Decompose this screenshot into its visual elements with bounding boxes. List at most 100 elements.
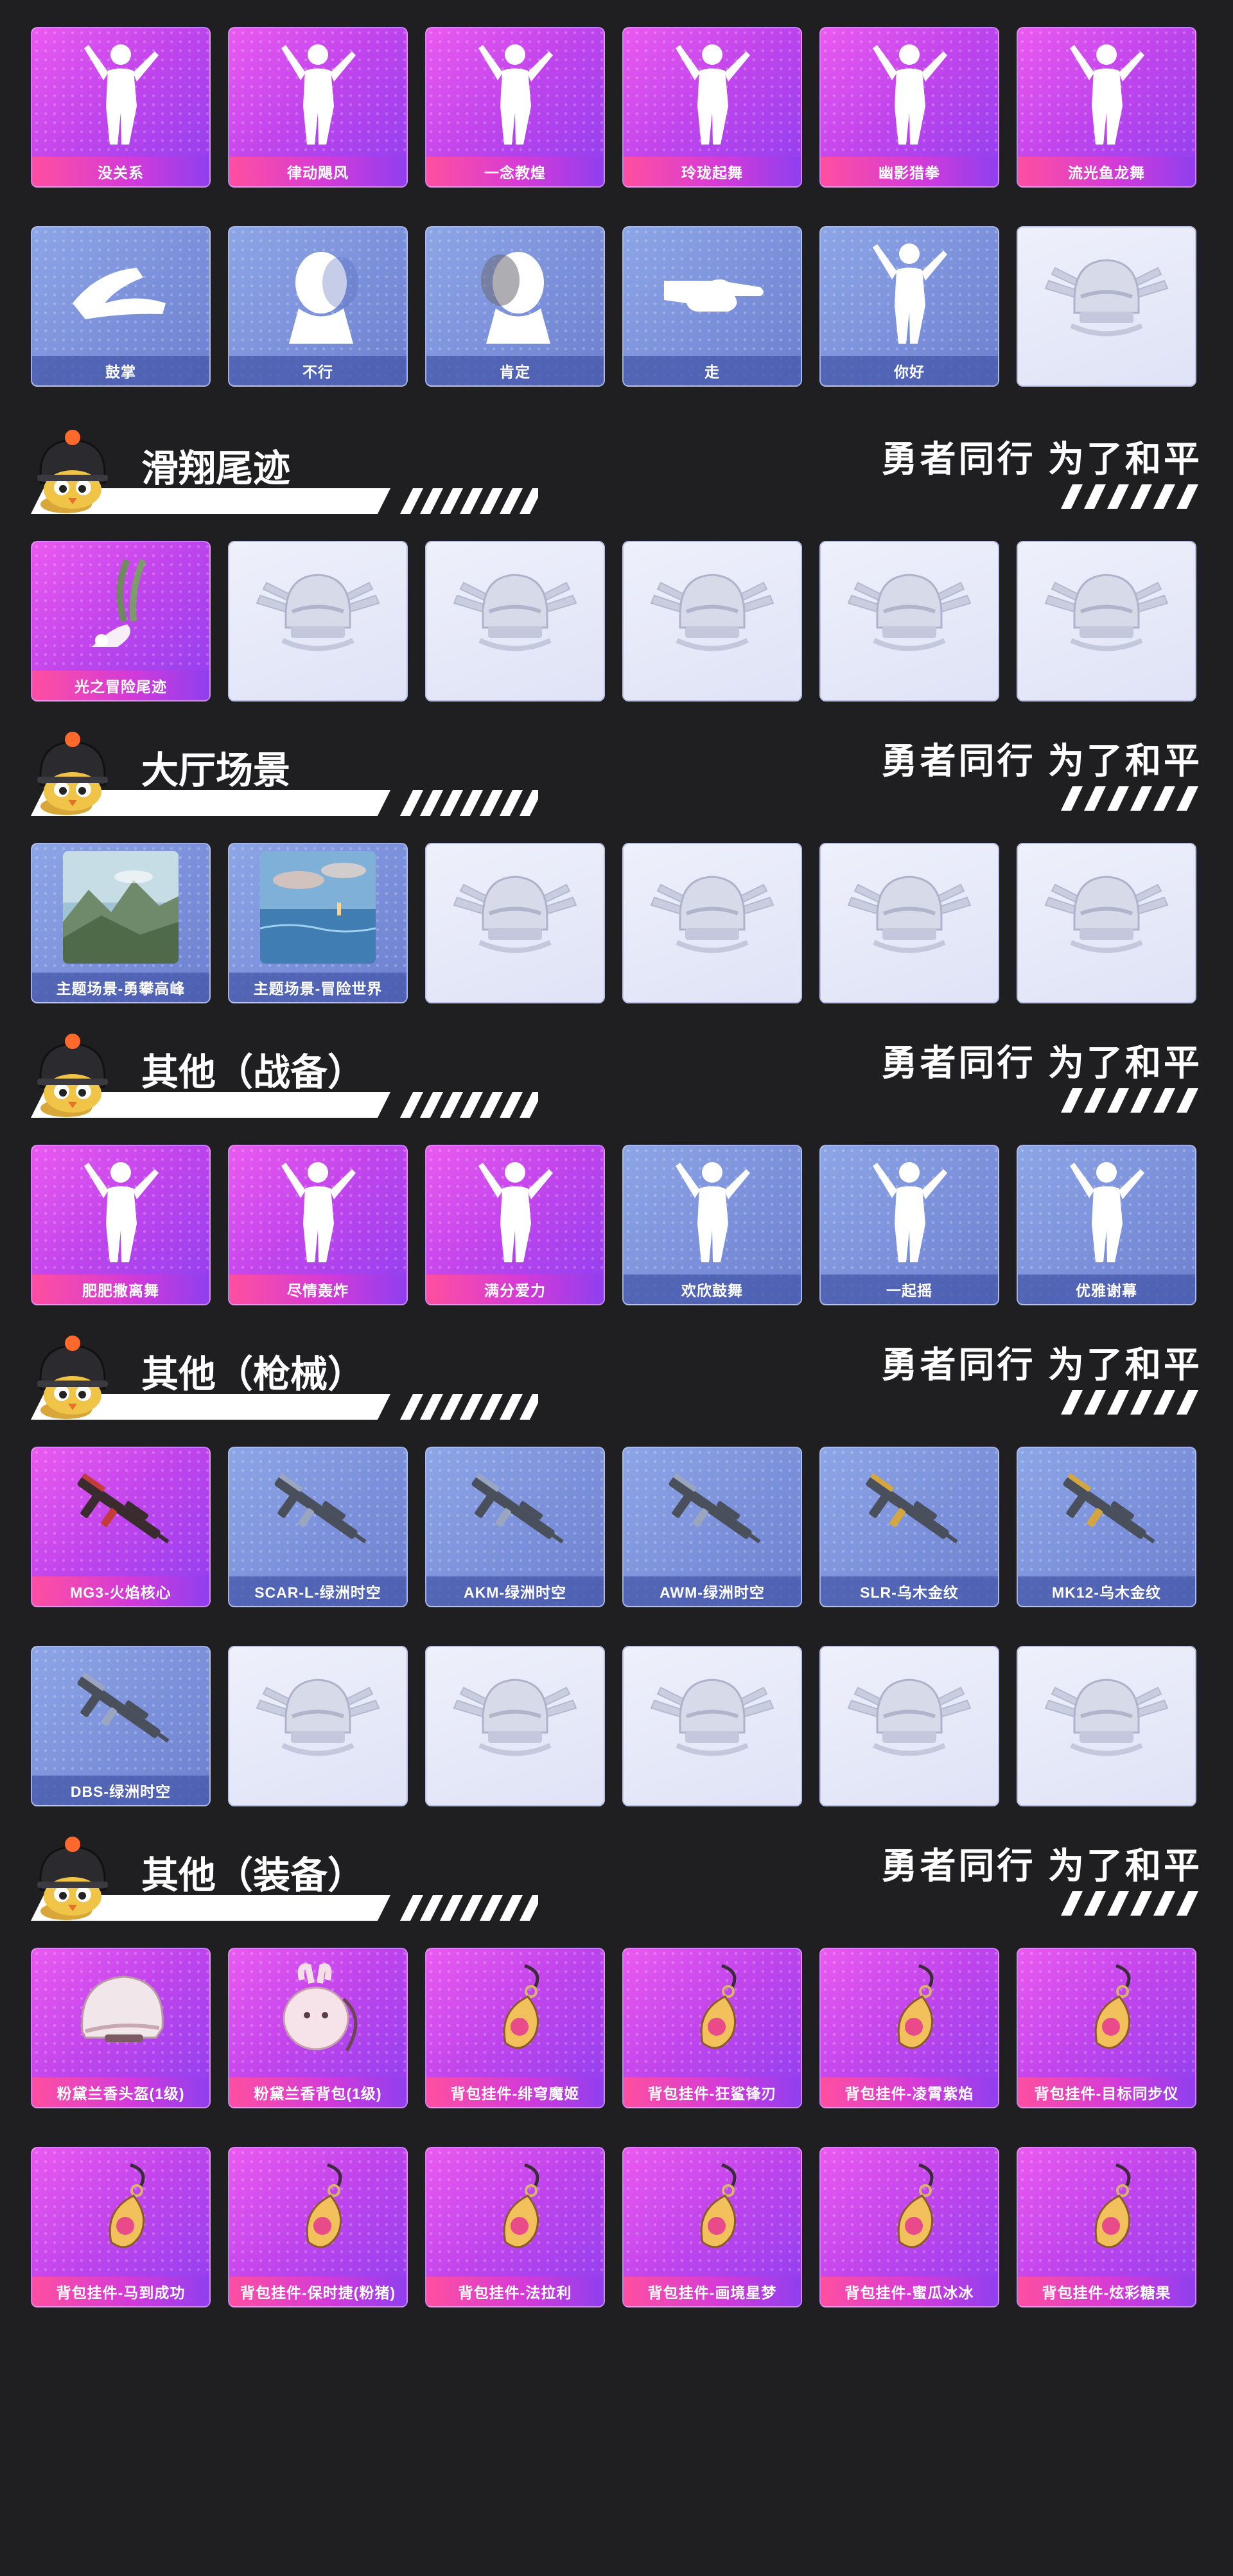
empty-reward-slot[interactable] bbox=[1017, 541, 1196, 701]
section-header: 其他（装备） 勇者同行 为了和平 bbox=[0, 1819, 1233, 1928]
reward-name: 背包挂件-蜜瓜冰冰 bbox=[821, 2277, 998, 2306]
helmet-emblem-icon bbox=[426, 547, 604, 663]
reward-row: 光之冒险尾迹 bbox=[31, 541, 1196, 701]
reward-card[interactable]: 肯定 bbox=[425, 226, 605, 387]
reward-card[interactable]: 背包挂件-绯穹魔姬 bbox=[425, 1948, 605, 2108]
dancer-icon bbox=[32, 1151, 209, 1267]
reward-name: SLR-乌木金纹 bbox=[821, 1576, 998, 1606]
reward-card[interactable]: 主题场景-冒险世界 bbox=[228, 843, 408, 1003]
reward-name: 流光鱼龙舞 bbox=[1018, 157, 1195, 186]
helmet-emblem-icon bbox=[1018, 1652, 1195, 1768]
reward-card[interactable]: AKM-绿洲时空 bbox=[425, 1447, 605, 1607]
pendant-icon bbox=[1018, 2153, 1195, 2269]
empty-reward-slot[interactable] bbox=[1017, 843, 1196, 1003]
reward-card[interactable]: 背包挂件-目标同步仪 bbox=[1017, 1948, 1196, 2108]
reward-card[interactable]: 背包挂件-保时捷(粉猪) bbox=[228, 2147, 408, 2307]
reward-card[interactable]: 律动飓风 bbox=[228, 27, 408, 188]
reward-card[interactable]: AWM-绿洲时空 bbox=[622, 1447, 802, 1607]
reward-name: 不行 bbox=[229, 356, 407, 385]
reward-card[interactable]: 背包挂件-画境星梦 bbox=[622, 2147, 802, 2307]
slogan-stripes bbox=[1061, 786, 1198, 811]
reward-name: 玲珑起舞 bbox=[624, 157, 801, 186]
reward-card[interactable]: MK12-乌木金纹 bbox=[1017, 1447, 1196, 1607]
reward-card[interactable]: 不行 bbox=[228, 226, 408, 387]
reward-name: 背包挂件-保时捷(粉猪) bbox=[229, 2277, 407, 2306]
reward-name: 光之冒险尾迹 bbox=[32, 671, 209, 700]
reward-card[interactable]: 一起摇 bbox=[819, 1145, 999, 1305]
pointing-hand-icon bbox=[624, 233, 801, 348]
slogan-stripes bbox=[1061, 484, 1198, 509]
reward-card[interactable]: 玲珑起舞 bbox=[622, 27, 802, 188]
pendant-icon bbox=[229, 2153, 407, 2269]
reward-row: 肥肥撒离舞 尽情轰炸 满分爱力 欢欣鼓舞 一起摇 优雅谢幕 bbox=[31, 1145, 1196, 1305]
empty-reward-slot[interactable] bbox=[228, 1646, 408, 1806]
empty-reward-slot[interactable] bbox=[622, 843, 802, 1003]
helmet-emblem-icon bbox=[1018, 849, 1195, 965]
reward-row: 鼓掌 不行 肯定 走 你好 bbox=[31, 226, 1196, 387]
bowing-person-icon bbox=[1018, 1151, 1195, 1267]
empty-reward-slot[interactable] bbox=[622, 541, 802, 701]
empty-reward-slot[interactable] bbox=[425, 1646, 605, 1806]
reward-card[interactable]: 你好 bbox=[819, 226, 999, 387]
reward-card[interactable]: 粉黛兰香头盔(1级) bbox=[31, 1948, 211, 2108]
empty-reward-slot[interactable] bbox=[622, 1646, 802, 1806]
empty-reward-slot[interactable] bbox=[819, 541, 999, 701]
reward-card[interactable]: 优雅谢幕 bbox=[1017, 1145, 1196, 1305]
empty-reward-slot[interactable] bbox=[819, 1646, 999, 1806]
reward-row: DBS-绿洲时空 bbox=[31, 1646, 1196, 1806]
pendant-icon bbox=[426, 2153, 604, 2269]
reward-card[interactable]: 背包挂件-凌霄紫焰 bbox=[819, 1948, 999, 2108]
reward-card[interactable]: 光之冒险尾迹 bbox=[31, 541, 211, 701]
reward-card[interactable]: 满分爱力 bbox=[425, 1145, 605, 1305]
reward-card[interactable]: DBS-绿洲时空 bbox=[31, 1646, 211, 1806]
reward-card[interactable]: 粉黛兰香背包(1级) bbox=[228, 1948, 408, 2108]
dancer-icon bbox=[229, 33, 407, 149]
reward-card[interactable]: SCAR-L-绿洲时空 bbox=[228, 1447, 408, 1607]
gold-rifle-icon bbox=[1018, 1453, 1195, 1569]
empty-reward-slot[interactable] bbox=[1017, 226, 1196, 387]
reward-card[interactable]: 一念教煌 bbox=[425, 27, 605, 188]
reward-card[interactable]: 背包挂件-法拉利 bbox=[425, 2147, 605, 2307]
slogan-text: 勇者同行 为了和平 bbox=[881, 1345, 1202, 1385]
section-title: 滑翔尾迹 bbox=[141, 448, 291, 490]
reward-card[interactable]: 走 bbox=[622, 226, 802, 387]
reward-card[interactable]: 背包挂件-马到成功 bbox=[31, 2147, 211, 2307]
reward-card[interactable]: 肥肥撒离舞 bbox=[31, 1145, 211, 1305]
reward-name: 背包挂件-马到成功 bbox=[32, 2277, 209, 2306]
helmet-icon bbox=[32, 1954, 209, 2070]
empty-reward-slot[interactable] bbox=[228, 541, 408, 701]
section-title: 其他（装备） bbox=[141, 1855, 365, 1896]
reward-name: MK12-乌木金纹 bbox=[1018, 1576, 1195, 1606]
reward-card[interactable]: SLR-乌木金纹 bbox=[819, 1447, 999, 1607]
reward-name: 主题场景-勇攀高峰 bbox=[32, 973, 209, 1002]
reward-row: 没关系 律动飓风 一念教煌 玲珑起舞 幽影猎拳 流光鱼龙舞 bbox=[31, 27, 1196, 188]
pendant-icon bbox=[1018, 1954, 1195, 2070]
reward-name: 背包挂件-目标同步仪 bbox=[1018, 2078, 1195, 2107]
reward-card[interactable]: 没关系 bbox=[31, 27, 211, 188]
reward-card[interactable]: 欢欣鼓舞 bbox=[622, 1145, 802, 1305]
empty-reward-slot[interactable] bbox=[1017, 1646, 1196, 1806]
section-header: 滑翔尾迹 勇者同行 为了和平 bbox=[0, 412, 1233, 522]
reward-card[interactable]: 背包挂件-狂鲨锋刃 bbox=[622, 1948, 802, 2108]
reward-card[interactable]: 鼓掌 bbox=[31, 226, 211, 387]
slogan-text: 勇者同行 为了和平 bbox=[881, 439, 1202, 479]
empty-reward-slot[interactable] bbox=[425, 541, 605, 701]
empty-reward-slot[interactable] bbox=[425, 843, 605, 1003]
reward-name: 背包挂件-狂鲨锋刃 bbox=[624, 2078, 801, 2107]
reward-card[interactable]: 流光鱼龙舞 bbox=[1017, 27, 1196, 188]
rifle-icon bbox=[426, 1453, 604, 1569]
empty-reward-slot[interactable] bbox=[819, 843, 999, 1003]
reward-name: 优雅谢幕 bbox=[1018, 1275, 1195, 1304]
reward-card[interactable]: 背包挂件-蜜瓜冰冰 bbox=[819, 2147, 999, 2307]
reward-card[interactable]: 幽影猎拳 bbox=[819, 27, 999, 188]
pendant-icon bbox=[821, 1954, 998, 2070]
reward-card[interactable]: 背包挂件-炫彩糖果 bbox=[1017, 2147, 1196, 2307]
reward-card[interactable]: 尽情轰炸 bbox=[228, 1145, 408, 1305]
clapping-hands-icon bbox=[32, 233, 209, 348]
section-header: 其他（枪械） 勇者同行 为了和平 bbox=[0, 1318, 1233, 1427]
section-title: 其他（战备） bbox=[141, 1052, 365, 1093]
reward-card[interactable]: 主题场景-勇攀高峰 bbox=[31, 843, 211, 1003]
reward-card[interactable]: MG3-火焰核心 bbox=[31, 1447, 211, 1607]
section-header: 大厅场景 勇者同行 为了和平 bbox=[0, 714, 1233, 824]
helmet-emblem-icon bbox=[1018, 233, 1195, 348]
